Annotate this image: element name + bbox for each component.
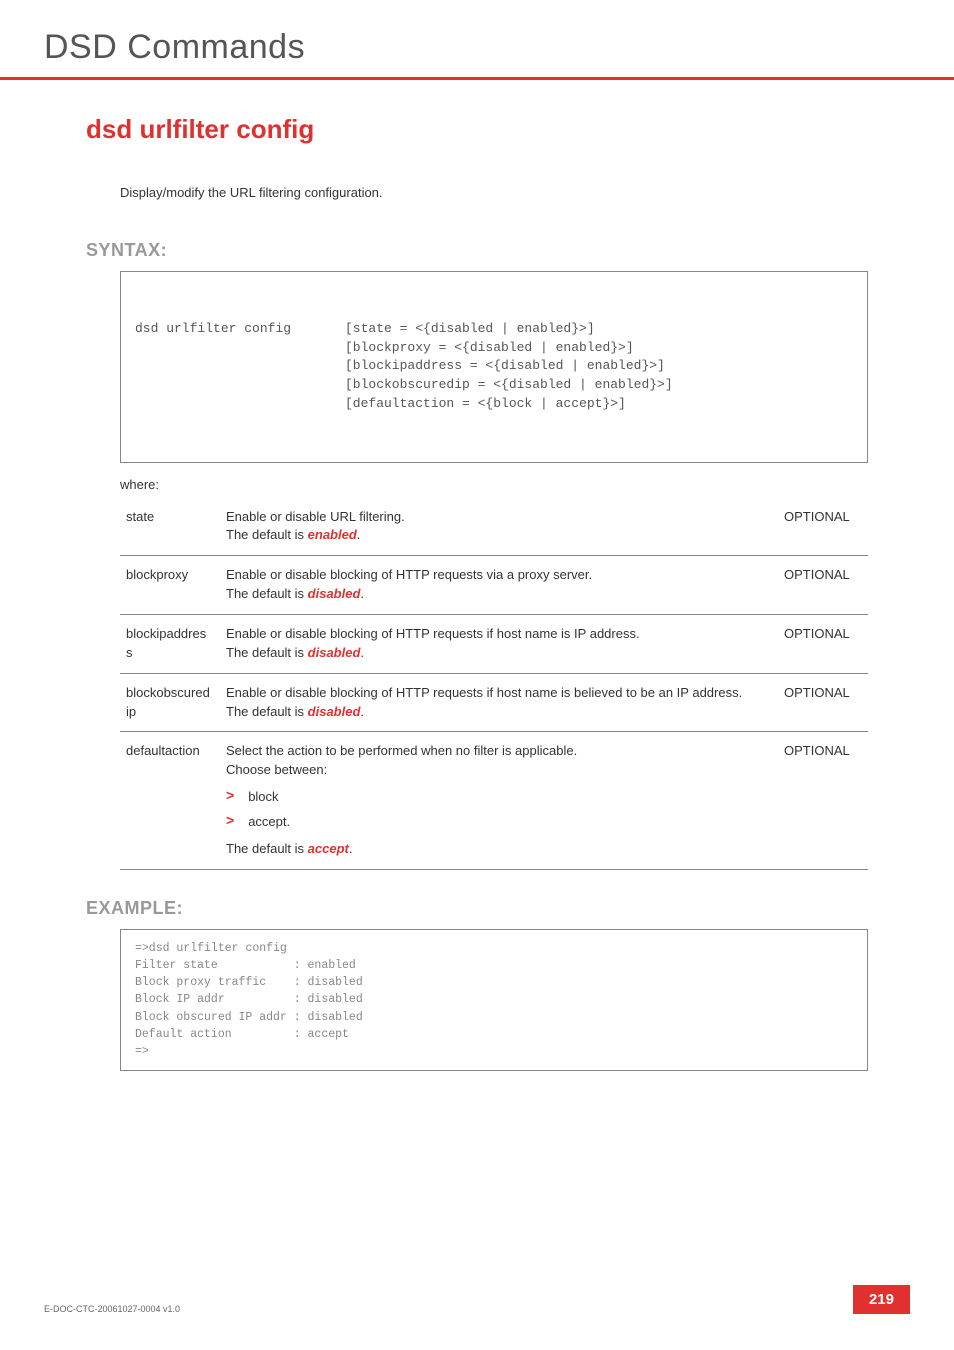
chevron-right-icon: > [226,788,234,802]
footer: E-DOC-CTC-20061027-0004 v1.0 219 [44,1285,910,1314]
param-optional: OPTIONAL [778,673,868,732]
doc-id: E-DOC-CTC-20061027-0004 v1.0 [44,1304,180,1314]
param-desc-text: Enable or disable blocking of HTTP reque… [226,626,640,660]
param-row: blockipaddressEnable or disable blocking… [120,614,868,673]
param-desc: Enable or disable URL filtering. The def… [220,498,778,556]
bullet-list: > block > accept. [226,788,768,832]
content: dsd urlfilter config Display/modify the … [0,80,954,1071]
chapter-title: DSD Commands [44,28,910,67]
param-row: stateEnable or disable URL filtering. Th… [120,498,868,556]
param-desc-text: Enable or disable blocking of HTTP reque… [226,685,742,719]
where-label: where: [120,477,868,492]
example-box: =>dsd urlfilter config Filter state : en… [120,929,868,1072]
param-row: blockobscuredipEnable or disable blockin… [120,673,868,732]
param-name: state [120,498,220,556]
param-name: blockproxy [120,556,220,615]
param-row: blockproxyEnable or disable blocking of … [120,556,868,615]
param-default: accept [308,841,349,856]
param-optional: OPTIONAL [778,498,868,556]
param-default: enabled [308,527,357,542]
page-header: DSD Commands [0,0,954,80]
param-default: disabled [308,645,361,660]
param-after: The default is accept. [226,840,768,859]
chevron-right-icon: > [226,813,234,827]
syntax-box: dsd urlfilter config [state = <{disabled… [120,271,868,463]
param-desc: Enable or disable blocking of HTTP reque… [220,673,778,732]
param-optional: OPTIONAL [778,732,868,869]
syntax-args: [state = <{disabled | enabled}>] [blockp… [345,320,673,414]
example-label: EXAMPLE: [86,898,868,919]
param-row: defaultactionSelect the action to be per… [120,732,868,869]
param-default: disabled [308,586,361,601]
bullet-text: accept. [248,813,290,832]
param-optional: OPTIONAL [778,556,868,615]
command-description: Display/modify the URL filtering configu… [120,185,868,200]
param-desc-text: Select the action to be performed when n… [226,743,577,777]
param-default: disabled [308,704,361,719]
syntax-label: SYNTAX: [86,240,868,261]
param-table: stateEnable or disable URL filtering. Th… [120,498,868,870]
param-optional: OPTIONAL [778,614,868,673]
param-desc-text: Enable or disable blocking of HTTP reque… [226,567,592,601]
param-desc: Enable or disable blocking of HTTP reque… [220,556,778,615]
param-desc: Select the action to be performed when n… [220,732,778,869]
param-desc: Enable or disable blocking of HTTP reque… [220,614,778,673]
bullet-item: > accept. [226,813,768,832]
param-name: defaultaction [120,732,220,869]
param-name: blockipaddress [120,614,220,673]
bullet-text: block [248,788,278,807]
bullet-item: > block [226,788,768,807]
param-name: blockobscuredip [120,673,220,732]
syntax-cmd: dsd urlfilter config [135,320,345,414]
command-title: dsd urlfilter config [86,114,868,145]
page-number-badge: 219 [853,1285,910,1314]
